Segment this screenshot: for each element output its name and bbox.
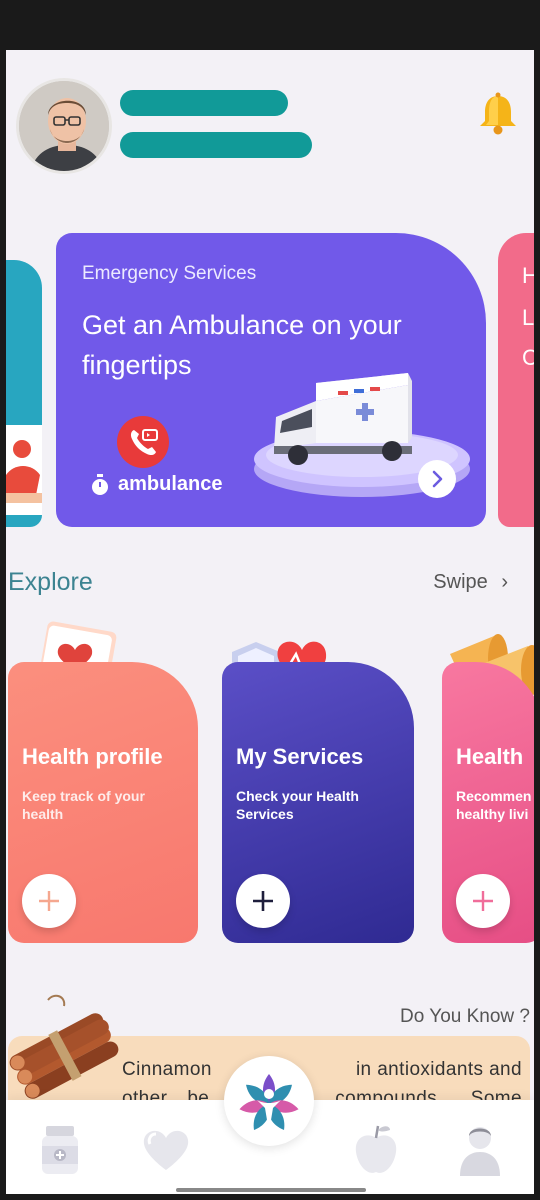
card-description: Recommen healthy livi <box>456 788 532 822</box>
card-title: Health profile <box>22 744 163 769</box>
bell-icon[interactable] <box>474 90 522 138</box>
heart-icon[interactable] <box>138 1122 194 1178</box>
stopwatch-icon <box>92 473 108 495</box>
phone-call-icon[interactable] <box>117 416 169 468</box>
card-title: My Services <box>236 744 364 769</box>
health-recommendation-card[interactable]: Health Recommen healthy livi <box>442 662 534 943</box>
fact-text-fragment: Cinnamon <box>122 1059 212 1080</box>
do-you-know-heading: Do You Know ? <box>400 1006 530 1027</box>
carousel-next-char: H <box>522 263 534 288</box>
add-button[interactable] <box>22 874 76 928</box>
card-title: Health <box>456 744 524 769</box>
profile-icon[interactable] <box>452 1122 508 1178</box>
swipe-link[interactable]: Swipe › <box>433 571 508 594</box>
add-button[interactable] <box>236 874 290 928</box>
carousel-card-next[interactable]: H L C <box>498 233 534 527</box>
cinnamon-illustration <box>8 990 120 1100</box>
card-description: Keep track of your health <box>22 788 145 822</box>
swipe-label: Swipe <box>433 571 488 593</box>
explore-heading: Explore <box>8 568 93 596</box>
user-avatar[interactable] <box>16 78 112 174</box>
carousel-next-char: L <box>522 305 534 330</box>
add-button[interactable] <box>456 874 510 928</box>
home-indicator <box>176 1188 366 1192</box>
chevron-right-icon[interactable] <box>418 460 456 498</box>
carousel-card-previous[interactable] <box>6 260 42 527</box>
app-screen: H L C Emergency Services Get an Ambulanc… <box>6 50 534 1194</box>
my-services-card[interactable]: My Services Check your Health Services <box>222 662 414 943</box>
app-logo[interactable] <box>224 1056 314 1146</box>
card-description: Check your Health Services <box>236 788 359 822</box>
ambulance-label: ambulance <box>118 473 223 495</box>
apple-icon[interactable] <box>348 1122 404 1178</box>
card-subtitle: Emergency Services <box>82 263 257 284</box>
fact-text-fragment: in antioxidants and <box>355 1059 522 1080</box>
user-subtitle-placeholder <box>120 132 312 158</box>
health-profile-card[interactable]: Health profile Keep track of your health <box>8 662 198 943</box>
emergency-services-card[interactable]: Emergency Services Get an Ambulance on y… <box>56 233 486 527</box>
medicine-icon[interactable] <box>32 1122 88 1178</box>
chevron-right-icon: › <box>501 571 508 593</box>
user-name-placeholder <box>120 90 288 116</box>
ambulance-action[interactable]: ambulance <box>90 473 222 496</box>
carousel-next-char: C <box>522 345 534 370</box>
